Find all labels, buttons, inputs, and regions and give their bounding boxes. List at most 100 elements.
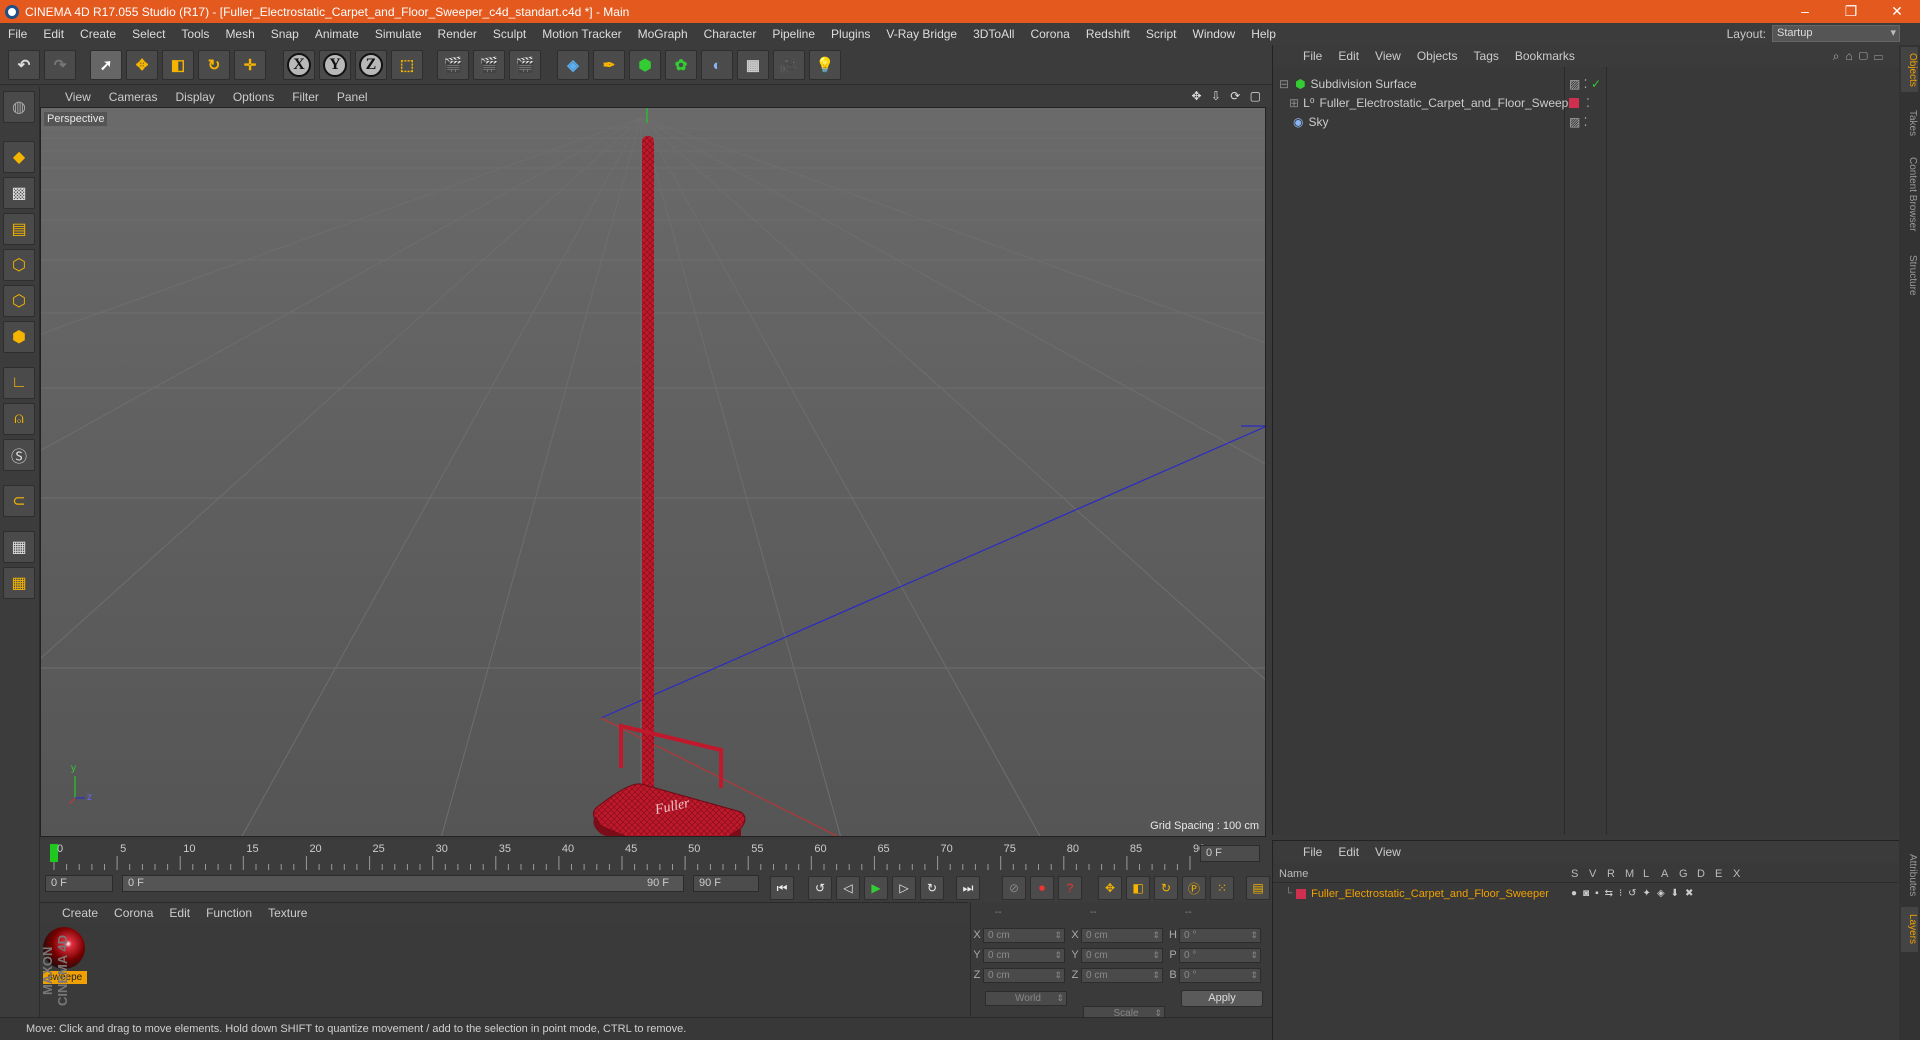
layer-row[interactable]: └ Fuller_Electrostatic_Carpet_and_Floor_… [1273,885,1898,902]
object-menu-file[interactable]: File [1295,49,1330,63]
viewport-menu-panel[interactable]: Panel [328,90,377,104]
restore-button[interactable]: ❐ [1828,0,1874,23]
make-editable-icon[interactable]: ◍ [3,91,35,123]
next-frame-icon[interactable]: ▷ [892,876,916,900]
object-row-subdivision-surface[interactable]: ⊟ ⬢ Subdivision Surface ▨ ⁚ ✓ [1273,74,1898,93]
workplane-icon[interactable]: ▤ [3,213,35,245]
enabled-check-icon[interactable]: ✓ [1591,77,1601,91]
menu-motion-tracker[interactable]: Motion Tracker [534,27,629,41]
material-menu-edit[interactable]: Edit [161,906,198,920]
object-row-sweeper[interactable]: ⊞ L⁰ Fuller_Electrostatic_Carpet_and_Flo… [1273,93,1898,112]
rotation-h-field[interactable]: 0 ° [1179,927,1261,943]
key-rotation-icon[interactable]: ↻ [1154,876,1178,900]
rotation-p-field[interactable]: 0 ° [1179,947,1261,963]
layer-toggle-icons[interactable]: ●◙▪⇆⁝↺✦◈⬇✖ [1571,888,1699,899]
end-frame-field[interactable]: 90 F [693,875,759,892]
tab-objects[interactable]: Objects [1901,47,1918,92]
object-menu-objects[interactable]: Objects [1409,49,1466,63]
menu-edit[interactable]: Edit [35,27,72,41]
menu-select[interactable]: Select [124,27,173,41]
record-keys-icon[interactable]: ⊘ [1002,876,1026,900]
tweak-mode-icon[interactable]: ⍝ [3,403,35,435]
menu-sculpt[interactable]: Sculpt [485,27,534,41]
magnet-icon[interactable]: ⊂ [3,485,35,517]
viewport-menu-display[interactable]: Display [166,90,223,104]
menu-mesh[interactable]: Mesh [217,27,262,41]
perspective-viewport[interactable]: Fuller y z Perspective Grid Spacing : 10… [40,107,1266,837]
play-icon[interactable]: ▶ [864,876,888,900]
viewport-menu-options[interactable]: Options [224,90,283,104]
size-x-field[interactable]: 0 cm [1081,927,1163,943]
layer-column-header[interactable]: X [1733,868,1740,880]
expand-icon[interactable]: ⊞ [1289,96,1299,110]
rotate-tool-icon[interactable]: ↻ [198,50,230,80]
layer-color-swatch[interactable] [1296,888,1307,899]
menu-script[interactable]: Script [1138,27,1185,41]
layer-column-header[interactable]: R [1607,868,1615,880]
object-menu-bookmarks[interactable]: Bookmarks [1507,49,1583,63]
previous-key-icon[interactable]: ↺ [808,876,832,900]
size-y-field[interactable]: 0 cm [1081,947,1163,963]
key-pla-icon[interactable]: ⁙ [1210,876,1234,900]
object-menu-view[interactable]: View [1367,49,1409,63]
layer-column-header[interactable]: A [1661,868,1668,880]
cube-primitive-icon[interactable]: ◈ [557,50,589,80]
size-z-field[interactable]: 0 cm [1081,967,1163,983]
object-menu-tags[interactable]: Tags [1466,49,1507,63]
layer-menu-view[interactable]: View [1367,845,1409,859]
layer-color-swatch[interactable] [1569,97,1579,108]
select-tool-icon[interactable]: ➚ [90,50,122,80]
menu-create[interactable]: Create [72,27,124,41]
visibility-dots-icon[interactable]: ▨ ⁚ [1569,77,1588,91]
grid-lock-icon[interactable]: ▦ [3,531,35,563]
menu-mograph[interactable]: MoGraph [630,27,696,41]
transform-tool-icon[interactable]: ✛ [234,50,266,80]
edges-mode-icon[interactable]: ⬡ [3,285,35,317]
current-frame-field[interactable]: 0 F [1200,845,1260,862]
apply-button[interactable]: Apply [1181,990,1263,1007]
tab-takes[interactable]: Takes [1901,103,1918,143]
menu-help[interactable]: Help [1243,27,1284,41]
model-mode-icon[interactable]: ◆ [3,141,35,173]
y-axis-lock-icon[interactable]: Y [319,50,351,80]
key-parameter-icon[interactable]: Ⓟ [1182,876,1206,900]
menu-3dtoall[interactable]: 3DToAll [965,27,1022,41]
close-button[interactable]: ✕ [1874,0,1920,23]
viewport-menu-filter[interactable]: Filter [283,90,328,104]
points-mode-icon[interactable]: ⬡ [3,249,35,281]
tab-attributes[interactable]: Attributes [1901,845,1918,905]
tab-layers[interactable]: Layers [1901,907,1918,952]
menu-simulate[interactable]: Simulate [367,27,430,41]
cloner-icon[interactable]: ✿ [665,50,697,80]
viewport-menu-cameras[interactable]: Cameras [100,90,167,104]
layer-column-header[interactable]: D [1697,868,1705,880]
go-to-end-icon[interactable]: ⏭ [956,876,980,900]
coordinate-system-icon[interactable]: ⬚ [391,50,423,80]
next-key-icon[interactable]: ↻ [920,876,944,900]
position-z-field[interactable]: 0 cm [983,967,1065,983]
viewport-menu-view[interactable]: View [56,90,100,104]
menu-snap[interactable]: Snap [263,27,307,41]
texture-mode-icon[interactable]: ▩ [3,177,35,209]
scale-tool-icon[interactable]: ◧ [162,50,194,80]
menu-pipeline[interactable]: Pipeline [764,27,823,41]
object-row-sky[interactable]: ◉ Sky ▨ ⁚ [1273,112,1898,131]
undo-icon[interactable]: ↶ [8,50,40,80]
menu-file[interactable]: File [0,27,35,41]
z-axis-lock-icon[interactable]: Z [355,50,387,80]
key-scale-icon[interactable]: ◧ [1126,876,1150,900]
render-picture-viewer-icon[interactable]: 🎬 [473,50,505,80]
layer-column-header[interactable]: L [1643,868,1649,880]
tab-content-browser[interactable]: Content Browser [1901,147,1918,242]
position-y-field[interactable]: 0 cm [983,947,1065,963]
move-tool-icon[interactable]: ✥ [126,50,158,80]
layer-column-header[interactable]: G [1679,868,1688,880]
material-menu-corona[interactable]: Corona [106,906,161,920]
menu-animate[interactable]: Animate [307,27,367,41]
layer-menu-edit[interactable]: Edit [1330,845,1367,859]
subdivision-surface-icon[interactable]: ⬢ [629,50,661,80]
menu-character[interactable]: Character [696,27,765,41]
keyframe-selection-icon[interactable]: ? [1058,876,1082,900]
grid-snap-icon[interactable]: ▦ [3,567,35,599]
menu-window[interactable]: Window [1185,27,1244,41]
